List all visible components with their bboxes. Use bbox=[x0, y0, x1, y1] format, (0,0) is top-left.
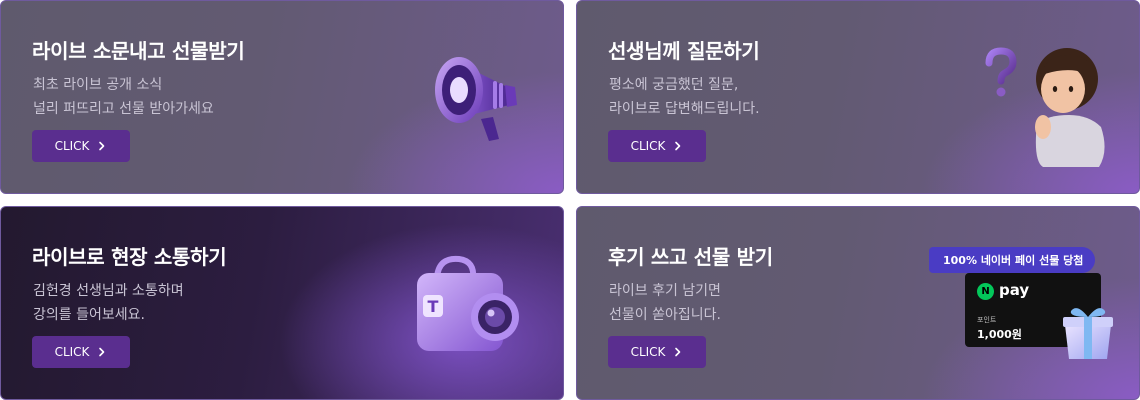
camera-bag-icon: T bbox=[417, 255, 519, 351]
card-title: 선생님께 질문하기 bbox=[608, 39, 760, 63]
click-button-label: CLICK bbox=[630, 139, 666, 153]
event-card-share: 라이브 소문내고 선물받기 최초 라이브 공개 소식 널리 퍼뜨리고 선물 받아… bbox=[0, 0, 564, 194]
card-title: 후기 쓰고 선물 받기 bbox=[608, 245, 773, 269]
card-description-line: 강의를 들어보세요. bbox=[33, 307, 145, 323]
event-card-review: 후기 쓰고 선물 받기 라이브 후기 남기면 선물이 쏟아집니다. CLICK … bbox=[576, 206, 1140, 400]
click-button[interactable]: CLICK bbox=[608, 130, 706, 162]
card-description: 최초 라이브 공개 소식 널리 퍼뜨리고 선물 받아가세요 bbox=[33, 73, 214, 121]
click-button[interactable]: CLICK bbox=[608, 336, 706, 368]
card-description-line: 김헌경 선생님과 소통하며 bbox=[33, 283, 184, 299]
point-label: 포인트 bbox=[977, 316, 997, 324]
gift-box-icon bbox=[1063, 308, 1113, 359]
megaphone-icon bbox=[435, 57, 517, 141]
npay-n-logo: N bbox=[977, 283, 994, 300]
card-description-line: 널리 퍼뜨리고 선물 받아가세요 bbox=[33, 101, 214, 117]
npay-logo-text: pay bbox=[999, 281, 1030, 299]
card-description-line: 평소에 궁금했던 질문, bbox=[609, 77, 739, 93]
click-button[interactable]: CLICK bbox=[32, 336, 130, 368]
chevron-right-icon bbox=[99, 141, 105, 151]
card-description-line: 라이브 후기 남기면 bbox=[609, 283, 721, 299]
thinking-person-icon bbox=[985, 47, 1105, 167]
svg-text:T: T bbox=[428, 297, 439, 316]
event-card-live: 라이브로 현장 소통하기 김헌경 선생님과 소통하며 강의를 들어보세요. CL… bbox=[0, 206, 564, 400]
card-description-line: 최초 라이브 공개 소식 bbox=[33, 77, 163, 93]
gift-banner: 100% 네이버 페이 선물 당첨 bbox=[929, 247, 1096, 273]
npay-giftcard-illustration: N pay 포인트 1,000원 100% 네이버 페이 선물 당첨 bbox=[927, 245, 1127, 385]
card-title: 라이브로 현장 소통하기 bbox=[32, 245, 227, 269]
card-description: 평소에 궁금했던 질문, 라이브로 답변해드립니다. bbox=[609, 73, 760, 121]
chevron-right-icon bbox=[99, 347, 105, 357]
click-button-label: CLICK bbox=[54, 139, 90, 153]
click-button-label: CLICK bbox=[630, 345, 666, 359]
chevron-right-icon bbox=[675, 347, 681, 357]
event-card-question: 선생님께 질문하기 평소에 궁금했던 질문, 라이브로 답변해드립니다. CLI… bbox=[576, 0, 1140, 194]
card-description-line: 라이브로 답변해드립니다. bbox=[609, 101, 760, 117]
chevron-right-icon bbox=[675, 141, 681, 151]
click-button[interactable]: CLICK bbox=[32, 130, 130, 162]
card-description: 김헌경 선생님과 소통하며 강의를 들어보세요. bbox=[33, 279, 184, 327]
click-button-label: CLICK bbox=[54, 345, 90, 359]
point-amount: 1,000원 bbox=[977, 328, 1022, 341]
card-description-line: 선물이 쏟아집니다. bbox=[609, 307, 721, 323]
card-title: 라이브 소문내고 선물받기 bbox=[32, 39, 245, 63]
card-description: 라이브 후기 남기면 선물이 쏟아집니다. bbox=[609, 279, 721, 327]
